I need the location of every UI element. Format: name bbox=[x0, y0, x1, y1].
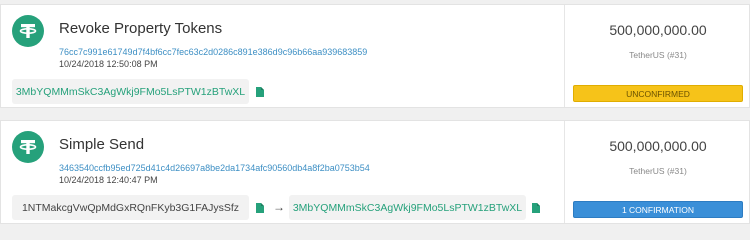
transaction-type: Revoke Property Tokens bbox=[59, 20, 223, 37]
address-link[interactable]: 3MbYQMMmSkC3AgWkj9FMo5LsPTW1zBTwXL bbox=[12, 79, 249, 104]
property-name[interactable]: TetherUS (#31) bbox=[565, 50, 750, 60]
tether-logo[interactable] bbox=[12, 131, 44, 163]
transaction-hash-link[interactable]: 3463540ccfb95ed725d41c4d26697a8be2da1734… bbox=[59, 163, 370, 173]
property-name[interactable]: TetherUS (#31) bbox=[565, 166, 750, 176]
transaction-type: Simple Send bbox=[59, 136, 145, 153]
transaction-card-revoke: Revoke Property Tokens 76cc7c991e61749d7… bbox=[0, 4, 750, 108]
from-address-link[interactable]: 1NTMakcgVwQpMdGxRQnFKyb3G1FAJysSfz bbox=[12, 195, 249, 220]
status-badge: UNCONFIRMED bbox=[573, 85, 743, 102]
copy-icon[interactable] bbox=[255, 85, 265, 97]
transaction-hash-link[interactable]: 76cc7c991e61749d7f4bf6cc7fec63c2d0286c89… bbox=[59, 47, 367, 57]
copy-icon[interactable] bbox=[531, 201, 541, 213]
transaction-card-simple-send: Simple Send 3463540ccfb95ed725d41c4d2669… bbox=[0, 120, 750, 224]
arrow-right-icon: → bbox=[273, 200, 285, 214]
transaction-date: 10/24/2018 12:50:08 PM bbox=[59, 59, 158, 69]
transaction-date: 10/24/2018 12:40:47 PM bbox=[59, 175, 158, 185]
copy-icon[interactable] bbox=[255, 201, 265, 213]
amount: 500,000,000.00 bbox=[609, 22, 707, 38]
tether-logo[interactable] bbox=[12, 15, 44, 47]
amount: 500,000,000.00 bbox=[609, 138, 707, 154]
to-address-link[interactable]: 3MbYQMMmSkC3AgWkj9FMo5LsPTW1zBTwXL bbox=[289, 195, 526, 220]
status-badge: 1 CONFIRMATION bbox=[573, 201, 743, 218]
